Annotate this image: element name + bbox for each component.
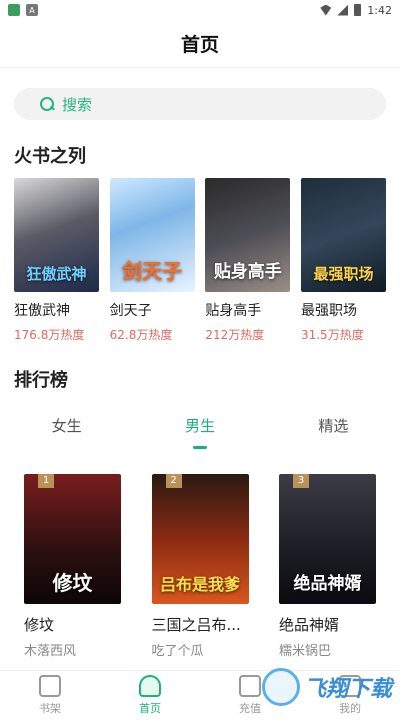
status-left: A — [8, 4, 38, 16]
search-label: 搜索 — [62, 95, 93, 114]
status-right: 1:42 — [320, 4, 392, 17]
status-bar: A 1:42 — [0, 0, 400, 20]
nav-bookshelf[interactable]: 书架 — [0, 671, 100, 720]
watermark-logo-icon — [261, 668, 300, 706]
book-title[interactable]: 最强职场 — [301, 300, 386, 320]
cover-title: 贴身高手 — [213, 262, 282, 283]
wifi-icon — [320, 4, 332, 16]
nav-label: 首页 — [139, 702, 161, 715]
section-title-hot: 火书之列 — [14, 146, 86, 167]
rank-book[interactable]: 3 绝品神婿 绝品神婿 糯米锅巴 — [279, 474, 376, 659]
rank-books-row: 1 修坟 修坟 木落西风 2 吕布是我爹 三国之吕布... 吃了个瓜 3 绝品神… — [24, 474, 376, 659]
a-notification-icon: A — [26, 4, 38, 16]
cover-title: 绝品神婿 — [293, 574, 362, 595]
rank-book[interactable]: 2 吕布是我爹 三国之吕布... 吃了个瓜 — [151, 474, 249, 659]
rank-badge: 3 — [293, 474, 309, 488]
hot-books-row: 狂傲武神 狂傲武神 176.8万热度 剑天子 剑天子 62.8万热度 贴身高手 … — [14, 178, 386, 343]
cover-title: 修坟 — [52, 571, 93, 595]
status-time: 1:42 — [367, 3, 392, 17]
hot-book[interactable]: 剑天子 剑天子 62.8万热度 — [109, 178, 195, 343]
rank-book-author: 糯米锅巴 — [279, 644, 332, 659]
cover-title: 狂傲武神 — [26, 264, 87, 283]
app-notification-icon — [8, 4, 20, 16]
search-icon — [40, 97, 54, 111]
rank-badge: 2 — [165, 474, 182, 488]
rank-book-author: 吃了个瓜 — [151, 644, 204, 659]
tab-male-label: 男生 — [184, 417, 215, 435]
rank-book-title[interactable]: 修坟 — [24, 614, 121, 635]
nav-label: 充值 — [239, 702, 261, 715]
book-heat: 176.8万热度 — [14, 328, 85, 342]
search-bar[interactable]: 搜索 — [14, 88, 386, 120]
rank-book-cover[interactable]: 2 吕布是我爹 — [151, 474, 249, 604]
book-cover[interactable]: 最强职场 — [300, 178, 386, 292]
nav-home[interactable]: 首页 — [100, 671, 200, 720]
home-icon — [139, 675, 161, 697]
book-title[interactable]: 贴身高手 — [205, 300, 290, 320]
rank-book-title[interactable]: 三国之吕布... — [152, 614, 249, 635]
book-title[interactable]: 剑天子 — [110, 300, 195, 320]
book-cover[interactable]: 贴身高手 — [205, 178, 291, 292]
rank-book[interactable]: 1 修坟 修坟 木落西风 — [24, 474, 121, 659]
page-title: 首页 — [180, 34, 219, 56]
rank-book-author: 木落西风 — [24, 644, 77, 659]
book-cover[interactable]: 剑天子 — [109, 178, 195, 292]
rank-book-cover[interactable]: 1 修坟 — [24, 474, 121, 604]
tab-female[interactable]: 女生 — [0, 412, 133, 452]
watermark-text: 飞翔下载 — [303, 677, 392, 702]
rank-book-cover[interactable]: 3 绝品神婿 — [279, 474, 376, 604]
tab-indicator — [192, 446, 207, 449]
book-heat: 62.8万热度 — [109, 328, 173, 342]
nav-label: 书架 — [39, 702, 61, 715]
tab-selected[interactable]: 精选 — [267, 412, 400, 452]
rank-badge: 1 — [38, 474, 54, 488]
book-heat: 31.5万热度 — [300, 328, 364, 342]
battery-icon — [354, 4, 362, 16]
bookshelf-icon — [39, 675, 61, 697]
cover-title: 吕布是我爹 — [159, 575, 240, 595]
book-cover[interactable]: 狂傲武神 — [14, 178, 99, 292]
hot-book[interactable]: 狂傲武神 狂傲武神 176.8万热度 — [14, 178, 99, 343]
book-heat: 212万热度 — [205, 328, 265, 342]
rank-book-title[interactable]: 绝品神婿 — [279, 614, 376, 635]
section-title-rank: 排行榜 — [14, 370, 68, 391]
rank-tabs: 女生 男生 精选 — [0, 412, 400, 452]
signal-icon — [337, 4, 349, 16]
watermark: 飞翔下载 — [261, 664, 392, 710]
cover-title: 剑天子 — [122, 259, 183, 283]
hot-book[interactable]: 贴身高手 贴身高手 212万热度 — [205, 178, 291, 343]
book-title[interactable]: 狂傲武神 — [14, 300, 99, 320]
hot-book[interactable]: 最强职场 最强职场 31.5万热度 — [300, 178, 386, 343]
tab-male[interactable]: 男生 — [133, 412, 266, 452]
header: 首页 — [0, 20, 400, 68]
cover-title: 最强职场 — [313, 264, 374, 283]
recharge-icon — [239, 675, 261, 697]
